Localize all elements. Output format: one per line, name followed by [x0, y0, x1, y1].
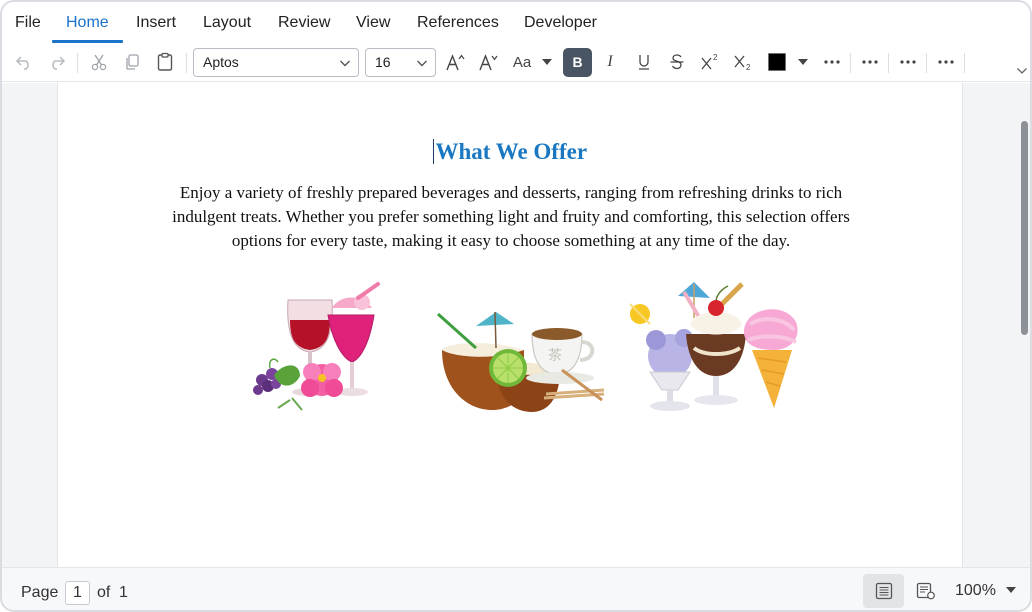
strikethrough-button[interactable] — [665, 43, 689, 81]
grow-font-icon — [446, 54, 465, 71]
zoom-dropdown[interactable]: 100% — [955, 582, 1017, 600]
font-size-select[interactable]: 16 — [365, 48, 436, 77]
font-family-value: Aptos — [203, 54, 239, 70]
grow-font-button[interactable] — [443, 43, 467, 81]
toolbar-separator — [888, 53, 889, 73]
caret-down-icon — [542, 59, 552, 65]
document-page[interactable]: What We Offer Enjoy a variety of freshly… — [57, 83, 963, 567]
drinks-illustration — [253, 282, 380, 411]
menu-layout[interactable]: Layout — [203, 2, 251, 42]
more-options-button-2[interactable] — [858, 43, 882, 81]
page-label: Page — [21, 584, 59, 601]
more-icon — [862, 60, 878, 64]
menu-file[interactable]: File — [15, 2, 41, 42]
font-color-button[interactable] — [766, 43, 788, 81]
paste-button[interactable] — [153, 43, 177, 81]
menu-insert[interactable]: Insert — [136, 2, 176, 42]
toolbar-separator — [77, 53, 78, 73]
font-size-value: 16 — [375, 54, 391, 70]
svg-text:2: 2 — [746, 63, 751, 71]
menu-developer[interactable]: Developer — [524, 2, 597, 42]
more-options-button[interactable] — [820, 43, 844, 81]
bold-button[interactable]: B — [563, 48, 592, 77]
change-case-dropdown[interactable] — [538, 43, 556, 81]
superscript-icon: 2 — [701, 53, 718, 70]
status-bar: Page 1 of 1 100% — [2, 567, 1030, 610]
more-options-button-4[interactable] — [934, 43, 958, 81]
chevron-down-icon — [340, 60, 350, 67]
editor-window: File Home Insert Layout Review View Refe… — [0, 0, 1032, 612]
web-layout-button[interactable] — [905, 574, 946, 608]
expand-toolbar-button[interactable] — [1014, 61, 1030, 81]
web-layout-icon — [916, 582, 935, 600]
zoom-value: 100% — [955, 582, 996, 599]
copy-icon — [126, 54, 139, 70]
more-icon — [900, 60, 916, 64]
of-label: of — [97, 584, 111, 601]
superscript-button[interactable]: 2 — [698, 43, 722, 81]
redo-icon — [52, 56, 66, 70]
coconut-tea-illustration: 茶 — [436, 311, 605, 412]
more-options-button-3[interactable] — [896, 43, 920, 81]
font-color-dropdown[interactable] — [794, 43, 812, 81]
menu-view[interactable]: View — [356, 2, 390, 42]
italic-label: I — [607, 53, 613, 70]
shrink-font-icon — [479, 54, 498, 71]
toolbar-separator — [186, 53, 187, 73]
caret-down-icon — [1006, 587, 1017, 593]
chevron-down-icon — [1017, 68, 1027, 74]
font-family-select[interactable]: Aptos — [193, 48, 359, 77]
menu-home[interactable]: Home — [66, 2, 109, 42]
document-area: What We Offer Enjoy a variety of freshly… — [2, 83, 1030, 567]
ice-cream-illustration — [629, 282, 798, 411]
chevron-down-icon — [417, 60, 427, 67]
toolbar-separator — [850, 53, 851, 73]
page-number-input[interactable]: 1 — [65, 581, 90, 605]
underline-icon — [639, 55, 649, 70]
cut-button[interactable] — [87, 43, 111, 81]
toolbar-separator — [926, 53, 927, 73]
document-paragraph[interactable]: Enjoy a variety of freshly prepared beve… — [148, 181, 874, 253]
svg-text:2: 2 — [713, 53, 718, 62]
formatting-toolbar: Aptos 16 Aa B I 2 2 — [2, 43, 1030, 82]
shrink-font-button[interactable] — [476, 43, 500, 81]
subscript-icon: 2 — [734, 55, 751, 71]
print-layout-icon — [875, 582, 892, 600]
more-icon — [938, 60, 954, 64]
heading-text: What We Offer — [435, 139, 588, 164]
print-layout-button[interactable] — [863, 574, 904, 608]
caret-down-icon — [798, 59, 808, 65]
document-heading[interactable]: What We Offer — [58, 139, 962, 165]
change-case-label: Aa — [512, 53, 532, 71]
subscript-button[interactable]: 2 — [731, 43, 755, 81]
scrollbar-thumb[interactable] — [1021, 121, 1028, 335]
page-total: 1 — [119, 584, 128, 601]
change-case-button[interactable]: Aa — [509, 43, 535, 81]
undo-button[interactable] — [12, 43, 36, 81]
toolbar-separator — [964, 53, 965, 73]
strikethrough-icon — [670, 54, 684, 70]
vertical-scrollbar[interactable] — [1017, 83, 1030, 567]
italic-button[interactable]: I — [599, 43, 621, 81]
menu-bar: File Home Insert Layout Review View Refe… — [2, 2, 1030, 43]
cut-icon — [91, 54, 107, 71]
undo-icon — [15, 56, 29, 70]
more-icon — [824, 60, 840, 64]
svg-text:茶: 茶 — [548, 348, 562, 364]
font-color-swatch — [768, 53, 786, 71]
menu-references[interactable]: References — [417, 2, 499, 42]
redo-button[interactable] — [45, 43, 69, 81]
underline-button[interactable] — [632, 43, 656, 81]
paste-icon — [157, 52, 173, 71]
menu-review[interactable]: Review — [278, 2, 330, 42]
copy-button[interactable] — [120, 43, 144, 81]
